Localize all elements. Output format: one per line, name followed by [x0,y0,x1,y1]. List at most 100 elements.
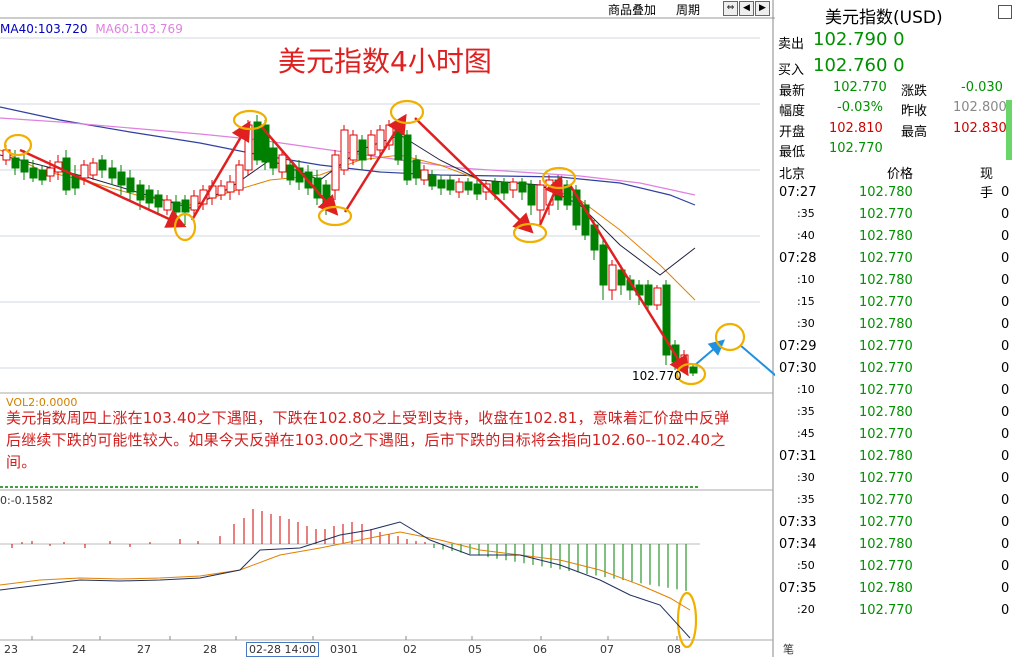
tick-volume: 0 [1001,405,1010,420]
candle-body [11,157,20,169]
candle-body [181,199,190,213]
legend-ma40: MA40:103.720 [0,22,88,36]
panel-footer[interactable]: 笔 [783,641,794,657]
tick-volume: 0 [1001,207,1010,222]
candle-body [403,134,412,181]
x-tick-label: 05 [468,643,482,656]
trend-arrow [568,184,689,377]
tick-time: :35 [797,207,815,220]
tick-row: 07:33 102.770 0 [775,515,1009,537]
tick-row: :10 102.770 0 [775,383,1009,405]
stat-label: 最高 [901,125,928,140]
buy-label: 买入 [778,63,805,78]
tick-row: :10 102.780 0 [775,273,1009,295]
last-price-tag: 102.770 [632,369,682,383]
tick-price: 102.770 [859,603,913,618]
period-link[interactable]: 周期 [676,1,700,18]
tick-volume: 0 [1001,383,1010,398]
candle-body [108,167,117,179]
candle-body [644,284,653,306]
candle-body [527,184,536,206]
tick-row: :40 102.780 0 [775,229,1009,251]
stat-value: 102.810 [829,121,883,136]
candle-body [244,124,253,171]
candle-body [367,134,376,156]
tick-time: 07:31 [779,449,817,464]
stat-label: 最新 [779,84,806,99]
x-tick-label: 24 [72,643,86,656]
stat-label: 涨跌 [901,84,928,99]
candle-body [154,194,163,208]
candle-body [20,159,29,173]
ma-legend: MA40:103.720 MA60:103.769 [0,22,183,36]
tick-price: 102.770 [859,207,913,222]
candle-body [117,171,126,186]
candle-body [331,154,340,191]
forecast-arrow [739,344,775,377]
candle-body [446,179,455,191]
tick-row: :30 102.770 0 [775,471,1009,493]
tick-volume: 0 [1001,185,1010,200]
candle-body [464,181,473,191]
tick-row: :35 102.770 0 [775,207,1009,229]
tick-header-price: 价格 [887,167,914,182]
highlight-circle [512,222,548,244]
tick-price: 102.770 [859,515,913,530]
tick-time: 07:27 [779,185,817,200]
candle-body [491,181,500,195]
tick-price: 102.770 [859,427,913,442]
chart-title: 美元指数4小时图 [278,45,492,78]
tick-time: :45 [797,427,815,440]
arrow-left-icon[interactable]: ◀ [739,1,754,16]
tick-time: :35 [797,405,815,418]
tick-volume: 0 [1001,251,1010,266]
tick-time: 07:28 [779,251,817,266]
tick-time: 07:35 [779,581,817,596]
tick-volume: 0 [1001,339,1010,354]
x-tick-label: 27 [137,643,151,656]
highlight-circle [714,322,746,352]
candle-body [518,181,527,193]
candle-body [509,181,518,191]
highlight-circle [676,591,698,649]
tick-row: 07:31 102.780 0 [775,449,1009,471]
tick-volume: 0 [1001,317,1010,332]
buy-row: 买入 [778,59,804,78]
stat-label: 昨收 [901,104,928,119]
tick-volume: 0 [1001,537,1010,552]
tick-price: 102.780 [859,449,913,464]
stat-label: 最低 [779,145,806,160]
candle-body [376,129,385,151]
macd-dif-line [0,521,691,639]
tick-row: 07:27 102.780 0 [775,185,1009,207]
tick-price: 102.780 [859,185,913,200]
candle-body [412,159,421,179]
tick-time: :50 [797,559,815,572]
tick-row: 07:29 102.770 0 [775,339,1009,361]
tick-time: :20 [797,603,815,616]
candle-body [349,134,358,161]
candle-body [145,189,154,204]
scroll-indicator[interactable] [1006,100,1012,160]
tick-price: 102.770 [859,361,913,376]
overlay-link[interactable]: 商品叠加 [608,1,656,18]
tick-volume: 0 [1001,361,1010,376]
candle-body [172,201,181,213]
tick-time: 07:33 [779,515,817,530]
arrow-left-right-icon[interactable]: ⇔ [723,1,738,16]
candle-body [235,164,244,191]
candle-body [599,244,608,286]
tick-time: :30 [797,471,815,484]
window-icon[interactable] [998,5,1012,19]
tick-time: :40 [797,229,815,242]
arrow-right-icon[interactable]: ▶ [755,1,770,16]
highlight-circle [3,133,33,157]
tick-volume: 0 [1001,493,1010,508]
x-tick-label: 28 [203,643,217,656]
tick-row: 07:34 102.780 0 [775,537,1009,559]
tick-price: 102.780 [859,537,913,552]
tick-price: 102.770 [859,493,913,508]
chart-canvas [0,0,775,657]
candle-body [269,147,278,169]
tick-time: :30 [797,317,815,330]
